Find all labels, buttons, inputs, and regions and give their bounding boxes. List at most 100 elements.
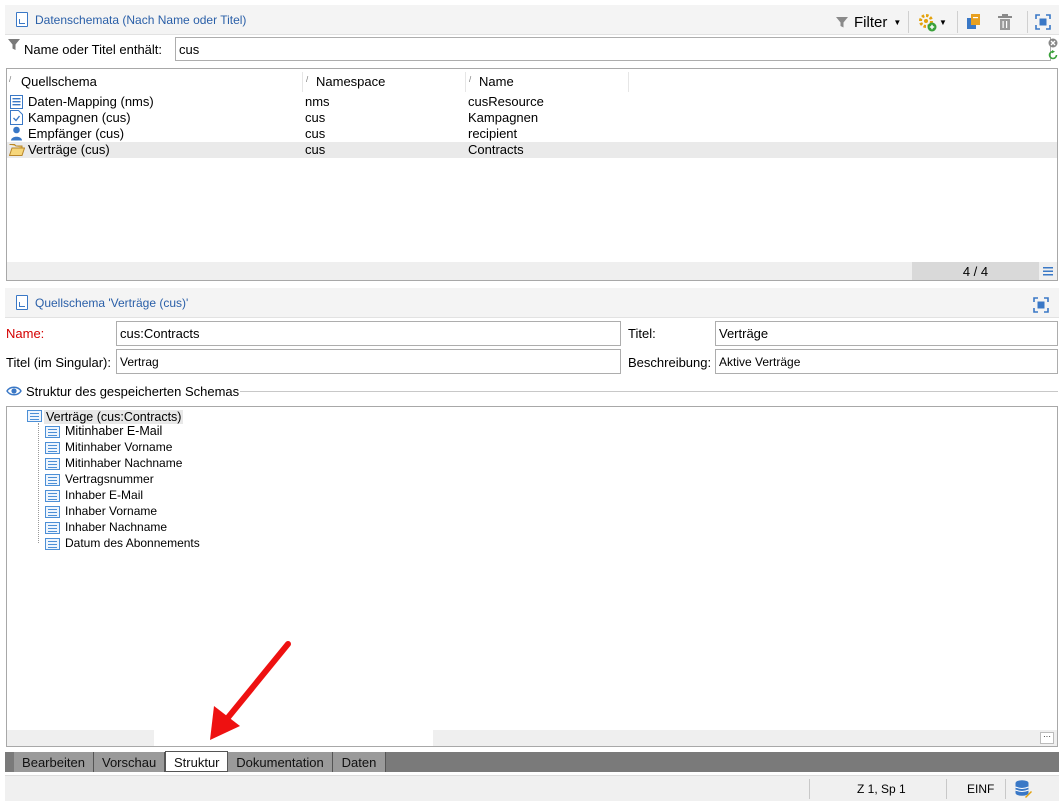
tree-node-label: Inhaber E-Mail bbox=[65, 488, 144, 502]
database-icon[interactable] bbox=[1014, 779, 1032, 799]
list-icon bbox=[45, 474, 60, 486]
structure-label: Struktur des gespeicherten Schemas bbox=[26, 384, 240, 399]
list-icon bbox=[45, 442, 60, 454]
status-bar: Z 1, Sp 1 EINF bbox=[5, 775, 1059, 801]
singular-input[interactable]: Vertrag bbox=[116, 349, 621, 374]
maximize-button[interactable] bbox=[1033, 295, 1049, 315]
tree-node-label: Mitinhaber Nachname bbox=[65, 456, 183, 470]
tree-node-label: Inhaber Vorname bbox=[65, 504, 158, 518]
maximize-icon bbox=[1033, 297, 1049, 313]
schema-doc-icon bbox=[16, 295, 28, 310]
maximize-button[interactable] bbox=[1035, 12, 1051, 32]
section-divider bbox=[240, 391, 1058, 392]
list-icon bbox=[45, 458, 60, 470]
cell-name: Kampagnen bbox=[468, 110, 539, 125]
duplicate-button[interactable] bbox=[965, 12, 983, 32]
cell-namespace: nms bbox=[305, 94, 330, 109]
cell-schema: Daten-Mapping (nms) bbox=[28, 94, 154, 109]
open-folder-icon bbox=[9, 144, 25, 156]
schema-doc-icon bbox=[10, 110, 23, 125]
more-icon[interactable]: ··· bbox=[1040, 732, 1054, 744]
list-icon bbox=[45, 490, 60, 502]
tree-guide-line bbox=[38, 423, 39, 543]
column-header-name[interactable]: / Name bbox=[467, 72, 629, 92]
horizontal-scrollbar[interactable]: ··· bbox=[7, 730, 1057, 746]
status-divider bbox=[946, 779, 947, 799]
sort-icon: / bbox=[9, 75, 12, 84]
sort-icon: / bbox=[469, 75, 472, 84]
toolbar-divider bbox=[957, 11, 958, 33]
tab-vorschau[interactable]: Vorschau bbox=[94, 752, 165, 772]
gear-add-icon bbox=[919, 14, 937, 32]
list-row[interactable]: Daten-Mapping (nms) nms cusResource bbox=[7, 94, 1057, 110]
cell-namespace: cus bbox=[305, 110, 326, 125]
list-icon bbox=[45, 538, 60, 550]
filter-button[interactable]: Filter ▼ bbox=[835, 12, 901, 32]
refresh-icon[interactable] bbox=[1048, 50, 1058, 60]
trash-icon bbox=[998, 14, 1012, 30]
list-row[interactable]: Empfänger (cus) cus recipient bbox=[7, 126, 1057, 142]
clear-icon[interactable] bbox=[1048, 38, 1058, 48]
tab-daten[interactable]: Daten bbox=[333, 752, 386, 772]
new-schema-button[interactable]: ▼ bbox=[917, 12, 947, 32]
filter-row: Name oder Titel enthält: cus bbox=[5, 35, 1059, 65]
beschreibung-input[interactable]: Aktive Verträge bbox=[715, 349, 1058, 374]
toolbar-divider bbox=[908, 11, 909, 33]
menu-icon[interactable] bbox=[1043, 266, 1053, 276]
schema-list: / Quellschema / Namespace / Name Daten-M… bbox=[6, 68, 1058, 281]
sort-icon: / bbox=[306, 75, 309, 84]
column-header-namespace[interactable]: / Namespace bbox=[304, 72, 466, 92]
schema-doc-icon bbox=[16, 12, 28, 27]
tree-node-label: Vertragsnummer bbox=[65, 472, 154, 486]
cell-name: Contracts bbox=[468, 142, 524, 157]
document-list-icon bbox=[10, 95, 23, 109]
chevron-down-icon: ▼ bbox=[893, 17, 902, 27]
schemas-panel-header: Datenschemata (Nach Name oder Titel) Fil… bbox=[5, 5, 1059, 35]
tree-node-label: Mitinhaber E-Mail bbox=[65, 424, 163, 438]
tab-bearbeiten[interactable]: Bearbeiten bbox=[14, 752, 94, 772]
status-divider bbox=[809, 779, 810, 799]
column-label: Quellschema bbox=[21, 74, 97, 89]
status-divider bbox=[1005, 779, 1006, 799]
list-footer: 4 / 4 bbox=[7, 262, 1057, 280]
cell-name: recipient bbox=[468, 126, 518, 141]
list-icon bbox=[45, 506, 60, 518]
structure-tree: Verträge (cus:Contracts) Mitinhaber E-Ma… bbox=[6, 406, 1058, 747]
filter-input[interactable]: cus bbox=[175, 37, 1051, 61]
list-icon bbox=[27, 410, 42, 422]
cell-schema: Verträge (cus) bbox=[28, 142, 110, 157]
cell-name: cusResource bbox=[468, 94, 544, 109]
cursor-position: Z 1, Sp 1 bbox=[857, 782, 906, 796]
name-input[interactable]: cus:Contracts bbox=[116, 321, 621, 346]
filter-field-label: Name oder Titel enthält: bbox=[24, 42, 163, 57]
tree-node-label: Inhaber Nachname bbox=[65, 520, 168, 534]
filter-label: Filter bbox=[854, 13, 888, 31]
panel-title: Datenschemata (Nach Name oder Titel) bbox=[35, 13, 247, 27]
column-header-quellschema[interactable]: / Quellschema bbox=[7, 72, 303, 92]
beschreibung-label: Beschreibung: bbox=[628, 355, 712, 370]
red-arrow-annotation bbox=[210, 641, 291, 740]
duplicate-icon bbox=[967, 14, 980, 29]
detail-title: Quellschema 'Verträge (cus)' bbox=[35, 296, 189, 310]
list-icon bbox=[45, 426, 60, 438]
eye-icon[interactable] bbox=[6, 385, 22, 397]
titel-input[interactable]: Verträge bbox=[715, 321, 1058, 346]
column-label: Name bbox=[479, 74, 514, 89]
list-row-selected[interactable]: Verträge (cus) cus Contracts bbox=[7, 142, 1057, 158]
list-icon bbox=[45, 522, 60, 534]
singular-label: Titel (im Singular): bbox=[6, 355, 111, 370]
tree-node-label: Mitinhaber Vorname bbox=[65, 440, 173, 454]
tab-struktur[interactable]: Struktur bbox=[165, 751, 228, 772]
cell-schema: Empfänger (cus) bbox=[28, 126, 125, 141]
list-row[interactable]: Kampagnen (cus) cus Kampagnen bbox=[7, 110, 1057, 126]
record-count: 4 / 4 bbox=[912, 262, 1039, 280]
titel-label: Titel: bbox=[628, 326, 656, 341]
tree-root-label: Verträge (cus:Contracts) bbox=[44, 410, 184, 424]
insert-mode: EINF bbox=[967, 782, 995, 796]
delete-button[interactable] bbox=[997, 12, 1013, 32]
cell-namespace: cus bbox=[305, 126, 326, 141]
tab-bar: Bearbeiten Vorschau Struktur Dokumentati… bbox=[5, 751, 1059, 772]
maximize-icon bbox=[1035, 14, 1051, 30]
tree-node-label: Datum des Abonnements bbox=[65, 536, 200, 550]
tab-dokumentation[interactable]: Dokumentation bbox=[228, 752, 333, 772]
